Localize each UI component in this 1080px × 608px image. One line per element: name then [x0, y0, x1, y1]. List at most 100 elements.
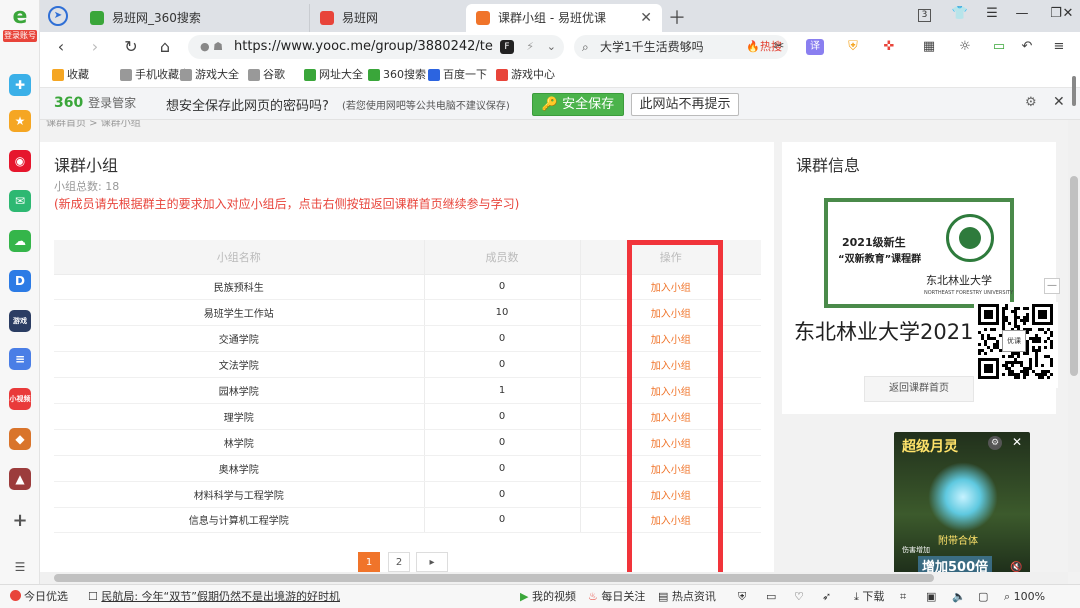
bookmark-item[interactable]: 游戏中心: [496, 62, 555, 88]
next-page-button[interactable]: ▸: [416, 552, 448, 572]
menu-icon[interactable]: ☰: [982, 6, 1002, 21]
game-app-icon[interactable]: 游戏: [9, 310, 31, 332]
game-app2-icon[interactable]: ◆: [9, 428, 31, 450]
qr-module: [1026, 331, 1029, 334]
rocket-icon[interactable]: ➶: [822, 585, 831, 608]
page-2-button[interactable]: 2: [388, 552, 410, 572]
qr-module: [1047, 355, 1050, 358]
bookmark-item[interactable]: 百度一下: [428, 62, 487, 88]
zoom[interactable]: ⌕ 100%: [1004, 585, 1045, 608]
back-to-course-button[interactable]: 返回课群首页: [864, 376, 974, 402]
qr-module: [1035, 352, 1038, 355]
safe-save-button[interactable]: 🔑 安全保存: [532, 93, 624, 116]
ad-settings-icon[interactable]: ⚙: [988, 436, 1002, 450]
tab-close-icon[interactable]: ✕: [640, 4, 652, 32]
reload-icon[interactable]: ↻: [120, 36, 142, 58]
scissors-icon[interactable]: ✂: [768, 37, 790, 57]
bookmark-item[interactable]: 360搜索: [368, 62, 426, 88]
translate-icon[interactable]: 译: [806, 39, 824, 55]
download[interactable]: ⤓ 下载: [854, 585, 884, 608]
brightness-icon[interactable]: ☼: [954, 37, 976, 57]
qr-module: [1014, 361, 1017, 364]
page-title: 课群小组: [54, 156, 119, 175]
daily-follow[interactable]: ♨ 每日关注: [588, 585, 645, 608]
qr-module: [1002, 316, 1005, 319]
close-icon[interactable]: ✕: [1053, 94, 1065, 110]
mail-icon[interactable]: ✉: [9, 190, 31, 212]
weibo-icon[interactable]: ◉: [9, 150, 31, 172]
doc-icon[interactable]: ≡: [9, 348, 31, 370]
qr-module: [987, 346, 990, 349]
url-field[interactable]: ● ☗ https://www.yooc.me/group/3880242/te…: [188, 35, 564, 59]
vertical-scrollbar[interactable]: [1068, 120, 1080, 572]
more-menu-icon[interactable]: ≡: [1048, 37, 1070, 57]
image-icon[interactable]: ▣: [926, 585, 936, 608]
horizontal-scroll-thumb[interactable]: [54, 574, 934, 582]
shirt-icon[interactable]: 👕: [950, 6, 970, 21]
cloud-icon[interactable]: ☁: [9, 230, 31, 252]
bookmark-item[interactable]: 网址大全: [304, 62, 363, 88]
star-icon[interactable]: ★: [9, 110, 31, 132]
minimize-icon[interactable]: —: [1012, 6, 1032, 21]
horizontal-scrollbar[interactable]: [40, 572, 1068, 584]
window-icon[interactable]: ▢: [978, 585, 988, 608]
sound-icon[interactable]: 🔈: [952, 585, 966, 608]
account-logo[interactable]: e 登录账号: [3, 4, 37, 48]
vertical-scroll-thumb[interactable]: [1070, 176, 1078, 376]
chevron-down-icon[interactable]: ⌄: [547, 35, 556, 59]
breadcrumb: 课群首页 > 课群小组: [46, 120, 141, 129]
qr-module: [1050, 340, 1053, 343]
bookmark-item[interactable]: 谷歌: [248, 62, 285, 88]
sidebar-menu-icon[interactable]: ☰: [9, 556, 31, 578]
qr-module: [1050, 331, 1053, 334]
screen-icon[interactable]: ▭: [766, 585, 776, 608]
heartbeat-icon[interactable]: ♡: [794, 585, 804, 608]
page-scroll-indicator[interactable]: [1072, 76, 1076, 106]
lightning-icon[interactable]: ⚡: [526, 35, 534, 59]
navigation-compass-icon[interactable]: ➤: [48, 6, 68, 26]
add-sidebar-icon[interactable]: +: [9, 510, 31, 532]
bookmark-label: 收藏: [67, 68, 89, 81]
gamepad-icon[interactable]: ✜: [878, 37, 900, 57]
my-video[interactable]: ▶ 我的视频: [520, 585, 576, 608]
extension-icon[interactable]: F: [500, 40, 514, 54]
qr-module: [1002, 325, 1005, 328]
qr-module: [1032, 337, 1035, 340]
hot-news[interactable]: ▤ 热点资讯: [658, 585, 716, 608]
bookmark-item[interactable]: 收藏: [52, 62, 89, 88]
forward-icon[interactable]: ›: [84, 36, 106, 58]
bookmark-item[interactable]: 游戏大全: [180, 62, 239, 88]
app-d-icon[interactable]: D: [9, 270, 31, 292]
bookmark-label: 游戏大全: [195, 68, 239, 81]
ad-stat: 伤害增加: [902, 546, 930, 554]
apps-grid-icon[interactable]: ▦: [918, 37, 940, 57]
shield-icon[interactable]: ⛨: [842, 37, 864, 57]
news-ticker[interactable]: ☐ 民航局: 今年“双节”假期仍然不是出境游的好时机: [88, 585, 340, 608]
video-app-icon[interactable]: 小视频: [9, 388, 31, 410]
shield-status-icon[interactable]: ⛨: [738, 585, 746, 608]
today-picks[interactable]: 今日优选: [10, 585, 68, 608]
search-box[interactable]: ⌕ 大学1千生活费够吗 🔥热搜: [574, 35, 788, 59]
undo-icon[interactable]: ↶: [1016, 37, 1038, 57]
battery-icon[interactable]: ▭: [988, 37, 1010, 57]
close-window-icon[interactable]: ✕: [1058, 6, 1078, 21]
tab-course-groups[interactable]: 课群小组 - 易班优课 ✕: [466, 4, 662, 32]
back-icon[interactable]: ‹: [50, 36, 72, 58]
tab-search[interactable]: 易班网_360搜索: [80, 4, 310, 32]
gear-icon[interactable]: ⚙: [1025, 95, 1037, 110]
qr-minimize-button[interactable]: —: [1044, 278, 1060, 294]
mute-icon[interactable]: 🔇: [1010, 562, 1022, 572]
page-1-button[interactable]: 1: [358, 552, 380, 572]
home-icon[interactable]: ⌂: [154, 36, 176, 58]
qr-module: [1029, 328, 1032, 331]
crop-icon[interactable]: ⌗: [900, 585, 906, 608]
qr-module: [1017, 355, 1020, 358]
game-ad[interactable]: 超级月灵 ⚙ ✕ 附带合体 伤害增加 增加500倍 🔇: [894, 432, 1030, 572]
plus-circle-icon[interactable]: ✚: [9, 74, 31, 96]
qr-module: [1005, 304, 1008, 307]
ad-close-icon[interactable]: ✕: [1012, 435, 1022, 449]
tab-count-icon[interactable]: 3: [918, 9, 931, 22]
never-prompt-button[interactable]: 此网站不再提示: [631, 93, 739, 116]
new-tab-icon[interactable]: ＋: [668, 4, 686, 30]
game-app3-icon[interactable]: ▲: [9, 468, 31, 490]
